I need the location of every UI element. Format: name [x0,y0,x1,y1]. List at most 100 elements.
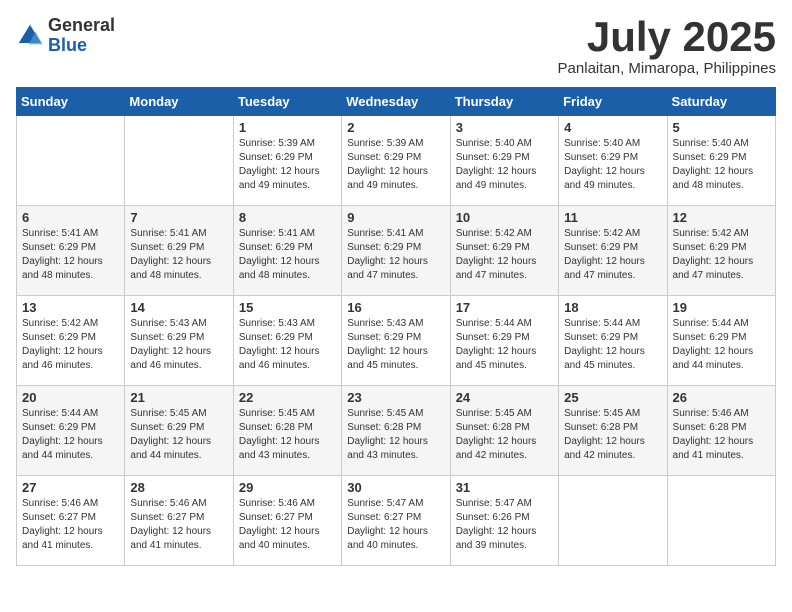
month-title: July 2025 [558,16,776,58]
page-header: General Blue July 2025 Panlaitan, Mimaro… [16,16,776,77]
day-info: Sunrise: 5:46 AM Sunset: 6:27 PM Dayligh… [130,497,227,553]
day-of-week-header: Wednesday [342,88,450,116]
day-info: Sunrise: 5:46 AM Sunset: 6:28 PM Dayligh… [673,407,770,463]
day-info: Sunrise: 5:43 AM Sunset: 6:29 PM Dayligh… [130,317,227,373]
day-number: 28 [130,480,227,495]
day-info: Sunrise: 5:45 AM Sunset: 6:29 PM Dayligh… [130,407,227,463]
logo-general: General [48,16,115,36]
day-number: 15 [239,300,336,315]
calendar-cell: 5 Sunrise: 5:40 AM Sunset: 6:29 PM Daylig… [667,116,775,206]
calendar-cell: 10Sunrise: 5:42 AM Sunset: 6:29 PM Dayli… [450,206,558,296]
day-of-week-header: Sunday [17,88,125,116]
day-number: 17 [456,300,553,315]
day-of-week-header: Tuesday [233,88,341,116]
day-number: 16 [347,300,444,315]
day-number: 13 [22,300,119,315]
day-number: 11 [564,210,661,225]
day-info: Sunrise: 5:44 AM Sunset: 6:29 PM Dayligh… [456,317,553,373]
day-of-week-header: Saturday [667,88,775,116]
calendar-cell: 11 Sunrise: 5:42 AM Sunset: 6:29 PM Dayli… [559,206,667,296]
location-subtitle: Panlaitan, Mimaropa, Philippines [558,60,776,77]
day-info: Sunrise: 5:40 AM Sunset: 6:29 PM Dayligh… [456,137,553,193]
day-number: 10 [456,210,553,225]
day-number: 26 [673,390,770,405]
day-info: Sunrise: 5:39 AM Sunset: 6:29 PM Dayligh… [347,137,444,193]
calendar-week-row: 20Sunrise: 5:44 AM Sunset: 6:29 PM Dayli… [17,386,776,476]
day-info: Sunrise: 5:40 AM Sunset: 6:29 PM Dayligh… [564,137,661,193]
calendar-cell: 6Sunrise: 5:41 AM Sunset: 6:29 PM Daylig… [17,206,125,296]
day-info: Sunrise: 5:41 AM Sunset: 6:29 PM Dayligh… [130,227,227,283]
day-info: Sunrise: 5:45 AM Sunset: 6:28 PM Dayligh… [347,407,444,463]
day-number: 19 [673,300,770,315]
day-of-week-header: Thursday [450,88,558,116]
day-number: 18 [564,300,661,315]
calendar-cell: 2 Sunrise: 5:39 AM Sunset: 6:29 PM Daylig… [342,116,450,206]
day-info: Sunrise: 5:39 AM Sunset: 6:29 PM Dayligh… [239,137,336,193]
day-number: 2 [347,120,444,135]
calendar-cell [559,476,667,566]
day-number: 21 [130,390,227,405]
calendar-cell: 29 Sunrise: 5:46 AM Sunset: 6:27 PM Dayli… [233,476,341,566]
calendar-cell [125,116,233,206]
day-number: 12 [673,210,770,225]
title-block: July 2025 Panlaitan, Mimaropa, Philippin… [558,16,776,77]
day-number: 27 [22,480,119,495]
day-info: Sunrise: 5:41 AM Sunset: 6:29 PM Dayligh… [347,227,444,283]
day-info: Sunrise: 5:42 AM Sunset: 6:29 PM Dayligh… [22,317,119,373]
day-info: Sunrise: 5:41 AM Sunset: 6:29 PM Dayligh… [239,227,336,283]
day-info: Sunrise: 5:45 AM Sunset: 6:28 PM Dayligh… [564,407,661,463]
calendar-cell: 24Sunrise: 5:45 AM Sunset: 6:28 PM Dayli… [450,386,558,476]
calendar-header-row: SundayMondayTuesdayWednesdayThursdayFrid… [17,88,776,116]
day-number: 14 [130,300,227,315]
calendar-cell: 13 Sunrise: 5:42 AM Sunset: 6:29 PM Dayli… [17,296,125,386]
day-number: 4 [564,120,661,135]
calendar-cell [667,476,775,566]
calendar-cell: 23 Sunrise: 5:45 AM Sunset: 6:28 PM Dayli… [342,386,450,476]
calendar-cell: 22 Sunrise: 5:45 AM Sunset: 6:28 PM Dayli… [233,386,341,476]
day-number: 9 [347,210,444,225]
day-number: 8 [239,210,336,225]
calendar-cell: 20Sunrise: 5:44 AM Sunset: 6:29 PM Dayli… [17,386,125,476]
day-info: Sunrise: 5:45 AM Sunset: 6:28 PM Dayligh… [239,407,336,463]
calendar-cell: 12 Sunrise: 5:42 AM Sunset: 6:29 PM Dayli… [667,206,775,296]
day-info: Sunrise: 5:42 AM Sunset: 6:29 PM Dayligh… [673,227,770,283]
calendar-week-row: 6 Sunrise: 5:41 AM Sunset: 6:29 PM Daylig… [17,206,776,296]
calendar-cell: 25 Sunrise: 5:45 AM Sunset: 6:28 PM Dayli… [559,386,667,476]
day-info: Sunrise: 5:42 AM Sunset: 6:29 PM Dayligh… [564,227,661,283]
calendar-cell: 26 Sunrise: 5:46 AM Sunset: 6:28 PM Dayli… [667,386,775,476]
day-number: 3 [456,120,553,135]
day-number: 23 [347,390,444,405]
calendar-cell: 30 Sunrise: 5:47 AM Sunset: 6:27 PM Dayli… [342,476,450,566]
calendar-cell: 31Sunrise: 5:47 AM Sunset: 6:26 PM Dayli… [450,476,558,566]
day-info: Sunrise: 5:47 AM Sunset: 6:27 PM Dayligh… [347,497,444,553]
day-number: 30 [347,480,444,495]
calendar-cell: 7 Sunrise: 5:41 AM Sunset: 6:29 PM Daylig… [125,206,233,296]
day-info: Sunrise: 5:43 AM Sunset: 6:29 PM Dayligh… [239,317,336,373]
day-info: Sunrise: 5:45 AM Sunset: 6:28 PM Dayligh… [456,407,553,463]
day-number: 6 [22,210,119,225]
day-info: Sunrise: 5:44 AM Sunset: 6:29 PM Dayligh… [673,317,770,373]
day-number: 29 [239,480,336,495]
calendar-table: SundayMondayTuesdayWednesdayThursdayFrid… [16,87,776,566]
calendar-cell: 1Sunrise: 5:39 AM Sunset: 6:29 PM Daylig… [233,116,341,206]
calendar-cell: 21 Sunrise: 5:45 AM Sunset: 6:29 PM Dayli… [125,386,233,476]
day-number: 7 [130,210,227,225]
calendar-cell: 15 Sunrise: 5:43 AM Sunset: 6:29 PM Dayli… [233,296,341,386]
calendar-cell: 17 Sunrise: 5:44 AM Sunset: 6:29 PM Dayli… [450,296,558,386]
day-info: Sunrise: 5:46 AM Sunset: 6:27 PM Dayligh… [239,497,336,553]
calendar-cell: 28 Sunrise: 5:46 AM Sunset: 6:27 PM Dayli… [125,476,233,566]
day-info: Sunrise: 5:40 AM Sunset: 6:29 PM Dayligh… [673,137,770,193]
calendar-cell: 3 Sunrise: 5:40 AM Sunset: 6:29 PM Daylig… [450,116,558,206]
calendar-week-row: 13 Sunrise: 5:42 AM Sunset: 6:29 PM Dayli… [17,296,776,386]
calendar-cell: 9 Sunrise: 5:41 AM Sunset: 6:29 PM Daylig… [342,206,450,296]
day-number: 22 [239,390,336,405]
day-number: 20 [22,390,119,405]
day-info: Sunrise: 5:47 AM Sunset: 6:26 PM Dayligh… [456,497,553,553]
day-number: 25 [564,390,661,405]
day-info: Sunrise: 5:44 AM Sunset: 6:29 PM Dayligh… [564,317,661,373]
calendar-cell: 14 Sunrise: 5:43 AM Sunset: 6:29 PM Dayli… [125,296,233,386]
day-number: 5 [673,120,770,135]
logo-icon [16,22,44,50]
calendar-cell: 19 Sunrise: 5:44 AM Sunset: 6:29 PM Dayli… [667,296,775,386]
calendar-cell: 4 Sunrise: 5:40 AM Sunset: 6:29 PM Daylig… [559,116,667,206]
